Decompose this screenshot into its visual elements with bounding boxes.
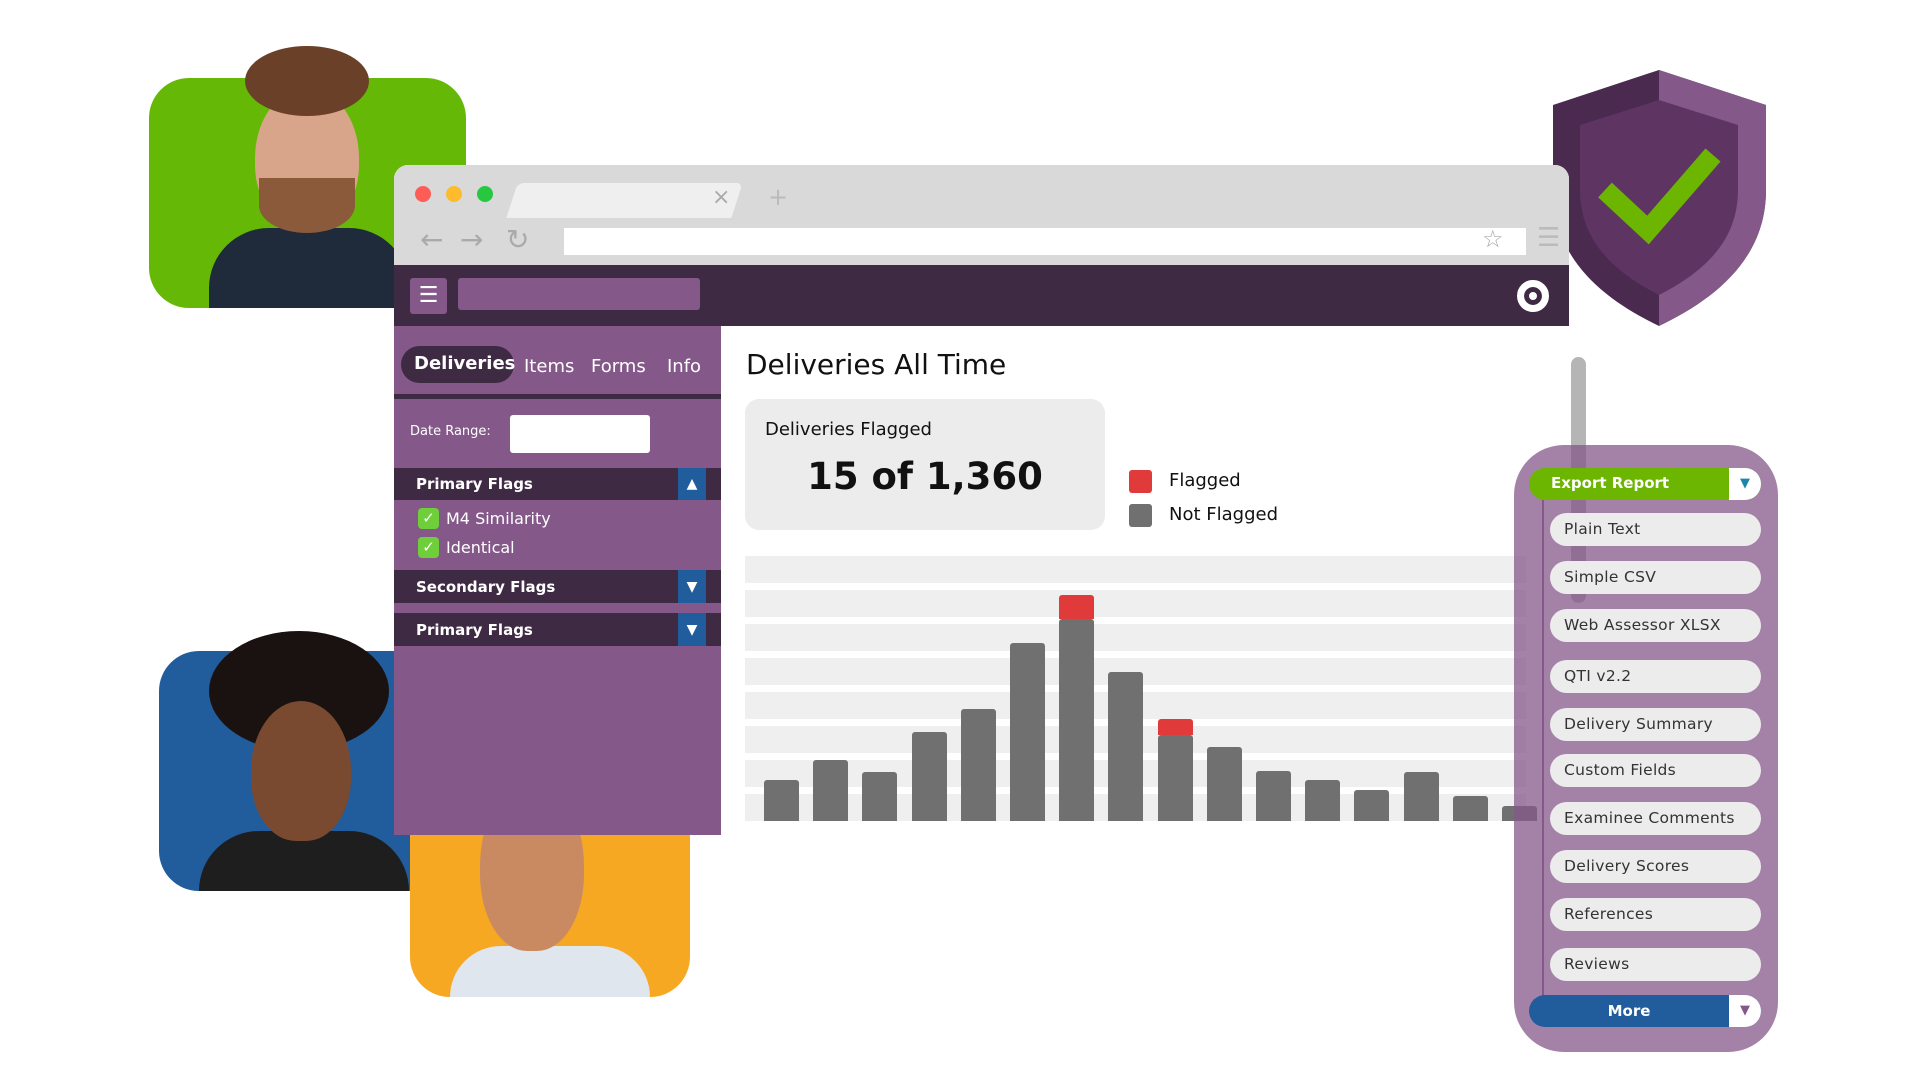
bar-flagged <box>1157 718 1193 735</box>
bar-not-flagged <box>1059 619 1095 821</box>
forward-icon[interactable]: → <box>460 223 483 256</box>
tabs-divider <box>394 394 721 399</box>
card-label: Deliveries Flagged <box>765 419 932 440</box>
deliveries-flagged-card: Deliveries Flagged 15 of 1,360 <box>745 399 1105 530</box>
date-range-label: Date Range: <box>410 424 491 439</box>
browser-tab[interactable] <box>506 183 743 218</box>
legend-flagged-label: Flagged <box>1169 470 1241 491</box>
address-bar[interactable] <box>564 228 1526 255</box>
primary-flags-header[interactable]: Primary Flags ▲ <box>394 468 721 500</box>
legend-not-flagged-swatch <box>1129 504 1152 527</box>
bar-not-flagged <box>1108 672 1144 821</box>
bar-flagged <box>1059 594 1095 620</box>
more-dropdown-arrow-icon[interactable]: ▼ <box>1729 995 1761 1027</box>
legend-not-flagged-label: Not Flagged <box>1169 504 1278 525</box>
checkbox-identical[interactable]: ✓ <box>418 537 439 558</box>
tab-deliveries-label[interactable]: Deliveries <box>414 353 515 374</box>
more-button[interactable]: More ▼ <box>1529 995 1761 1027</box>
bar-not-flagged <box>960 709 996 821</box>
export-option[interactable]: Web Assessor XLSX <box>1550 609 1761 642</box>
app-search-bar[interactable] <box>458 278 700 310</box>
tab-items[interactable]: Items <box>524 356 574 377</box>
menu-button[interactable]: ☰ <box>410 278 447 314</box>
bar-not-flagged <box>1157 734 1193 821</box>
shield-check-icon <box>1553 70 1766 326</box>
close-tab-icon[interactable]: × <box>712 185 730 210</box>
browser-menu-icon[interactable]: ☰ <box>1537 223 1560 253</box>
tab-forms[interactable]: Forms <box>591 356 646 377</box>
bar-not-flagged <box>1403 771 1439 821</box>
collapse-arrow-icon[interactable]: ▲ <box>678 468 706 500</box>
page-title: Deliveries All Time <box>746 348 1007 381</box>
export-option[interactable]: References <box>1550 898 1761 931</box>
legend-flagged-swatch <box>1129 470 1152 493</box>
bar-not-flagged <box>1452 796 1488 821</box>
chart-gridline <box>745 590 1526 617</box>
browser-chrome: × + ← → ↻ ☆ ☰ <box>394 165 1569 265</box>
date-range-input[interactable] <box>510 415 650 453</box>
primary-flags-2-label: Primary Flags <box>416 620 533 639</box>
app-header: ☰ <box>394 265 1569 326</box>
secondary-flags-label: Secondary Flags <box>416 577 556 596</box>
sidebar: Deliveries Items Forms Info Date Range: … <box>394 326 721 835</box>
export-option[interactable]: Examinee Comments <box>1550 802 1761 835</box>
bar-not-flagged <box>911 732 947 821</box>
secondary-flags-header[interactable]: Secondary Flags ▼ <box>394 570 721 603</box>
bar-not-flagged <box>813 759 849 821</box>
export-option[interactable]: Delivery Scores <box>1550 850 1761 883</box>
maximize-window-button[interactable] <box>477 186 493 202</box>
card-value: 15 of 1,360 <box>807 455 1043 498</box>
reload-icon[interactable]: ↻ <box>506 223 529 256</box>
identical-label: Identical <box>446 538 515 557</box>
export-option[interactable]: Plain Text <box>1550 513 1761 546</box>
export-report-label: Export Report <box>1551 474 1670 492</box>
bookmark-star-icon[interactable]: ☆ <box>1482 225 1504 253</box>
chart-gridline <box>745 556 1526 583</box>
expand-arrow-icon[interactable]: ▼ <box>678 570 706 603</box>
back-icon[interactable]: ← <box>420 223 443 256</box>
app-logo-icon <box>1517 280 1549 312</box>
export-panel-line <box>1542 500 1544 1000</box>
export-option[interactable]: QTI v2.2 <box>1550 660 1761 693</box>
close-window-button[interactable] <box>415 186 431 202</box>
bar-not-flagged <box>764 780 799 821</box>
export-option[interactable]: Delivery Summary <box>1550 708 1761 741</box>
more-label: More <box>1607 1002 1651 1020</box>
bar-not-flagged <box>1305 780 1341 821</box>
primary-flags-2-header[interactable]: Primary Flags ▼ <box>394 613 721 646</box>
bar-not-flagged <box>862 771 898 821</box>
export-option[interactable]: Simple CSV <box>1550 561 1761 594</box>
export-option[interactable]: Reviews <box>1550 948 1761 981</box>
bar-not-flagged <box>1256 770 1291 821</box>
expand-arrow-icon[interactable]: ▼ <box>678 613 706 646</box>
minimize-window-button[interactable] <box>446 186 462 202</box>
bar-not-flagged <box>1010 642 1045 821</box>
m4-similarity-label: M4 Similarity <box>446 509 551 528</box>
tab-info[interactable]: Info <box>667 356 701 377</box>
export-dropdown-arrow-icon[interactable]: ▼ <box>1729 468 1761 500</box>
bar-not-flagged <box>1354 790 1390 821</box>
export-report-button[interactable]: Export Report ▼ <box>1529 468 1761 500</box>
new-tab-button[interactable]: + <box>768 183 788 211</box>
checkbox-m4-similarity[interactable]: ✓ <box>418 508 439 529</box>
primary-flags-label: Primary Flags <box>416 475 533 493</box>
bar-not-flagged <box>1206 747 1242 821</box>
chart-gridline <box>745 624 1526 651</box>
export-option[interactable]: Custom Fields <box>1550 754 1761 787</box>
